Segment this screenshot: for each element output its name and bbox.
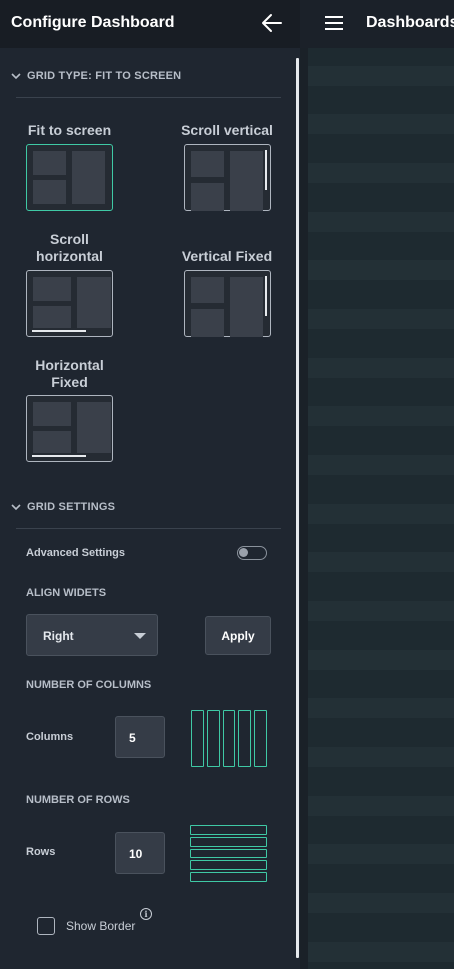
columns-label: Columns <box>26 731 74 743</box>
grid-option-label: Scroll horizontal <box>36 231 103 264</box>
panel-scrollbar[interactable] <box>296 58 299 958</box>
dashboard-canvas <box>300 48 454 969</box>
align-widgets-select[interactable]: Right <box>26 614 158 656</box>
grid-type-header[interactable]: GRID TYPE: FIT TO SCREEN <box>11 70 181 82</box>
columns-section-label: NUMBER OF COLUMNS <box>26 679 152 691</box>
grid-option-label: Horizontal Fixed <box>35 357 104 390</box>
show-border-label: Show Border <box>66 919 136 933</box>
grid-option-fit-to-screen[interactable] <box>26 144 113 211</box>
grid-option-label: Fit to screen <box>27 122 112 138</box>
hamburger-menu-icon[interactable] <box>325 16 343 30</box>
show-border-checkbox[interactable] <box>37 917 55 935</box>
chevron-down-icon <box>11 73 21 80</box>
rows-label: Rows <box>26 846 56 858</box>
caret-down-icon <box>134 633 146 639</box>
advanced-settings-toggle[interactable] <box>237 546 267 560</box>
grid-option-scroll-vertical[interactable] <box>184 144 271 211</box>
info-icon[interactable]: i <box>140 908 152 920</box>
grid-option-label: Vertical Fixed <box>181 248 273 264</box>
align-widgets-value: Right <box>43 629 74 643</box>
columns-preview <box>191 710 267 767</box>
advanced-settings-label: Advanced Settings <box>26 547 126 559</box>
grid-type-title: GRID TYPE: FIT TO SCREEN <box>27 70 182 82</box>
rows-input[interactable]: 10 <box>115 832 165 874</box>
app-title: Dashboards <box>366 14 454 31</box>
grid-option-label: Scroll vertical <box>181 122 273 138</box>
panel-title: Configure Dashboard <box>11 14 175 31</box>
grid-settings-header[interactable]: GRID SETTINGS <box>11 501 115 513</box>
apply-button[interactable]: Apply <box>205 616 271 655</box>
grid-option-vertical-fixed[interactable] <box>184 270 271 337</box>
align-widgets-label: ALIGN WIDETS <box>26 587 107 599</box>
grid-option-scroll-horizontal[interactable] <box>26 270 113 337</box>
grid-settings-title: GRID SETTINGS <box>27 501 116 513</box>
divider <box>16 97 281 98</box>
arrow-left-icon[interactable] <box>261 13 283 33</box>
panel-shadow <box>300 48 308 969</box>
columns-input[interactable]: 5 <box>115 716 165 758</box>
chevron-down-icon <box>11 504 21 511</box>
grid-option-horizontal-fixed[interactable] <box>26 395 113 462</box>
divider <box>16 528 281 529</box>
rows-section-label: NUMBER OF ROWS <box>26 794 130 806</box>
rows-preview <box>190 825 267 882</box>
